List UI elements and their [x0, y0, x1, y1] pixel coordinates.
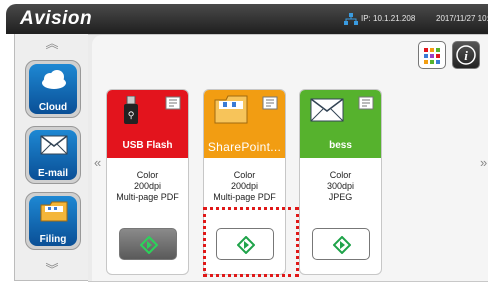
- resolution: 300dpi: [326, 181, 355, 191]
- usb-drive-icon: ⚲: [124, 96, 138, 124]
- grid-view-button[interactable]: [418, 41, 446, 69]
- file-format: Multi-page PDF: [213, 192, 276, 202]
- sidebar-item-label: E-mail: [37, 168, 68, 179]
- profile-edit-icon: [165, 96, 181, 110]
- profile-edit-icon: [262, 96, 278, 110]
- card-header: bess: [300, 90, 381, 158]
- sidebar-item-cloud[interactable]: Cloud: [25, 60, 81, 118]
- scan-button[interactable]: [119, 228, 177, 260]
- card-header: SharePoint...: [204, 90, 285, 158]
- resolution: 200dpi: [230, 181, 259, 191]
- previous-page-arrow[interactable]: «: [94, 155, 101, 170]
- envelope-icon: [310, 98, 344, 122]
- color-mode: Color: [233, 170, 256, 180]
- scroll-down-icon[interactable]: ︾: [15, 263, 89, 276]
- card-settings: Color 200dpi Multi-page PDF: [204, 170, 285, 203]
- sidebar-item-filing[interactable]: Filing: [25, 192, 81, 250]
- card-name: bess: [329, 140, 352, 151]
- file-format: JPEG: [328, 192, 353, 202]
- brand-logo: Avision: [20, 8, 93, 29]
- scroll-up-icon[interactable]: ︽: [15, 37, 89, 50]
- envelope-icon: [40, 135, 68, 155]
- top-bar: Avision IP: 10.1.21.208 2017/11/27 10:1: [6, 4, 488, 34]
- svg-text:⚲: ⚲: [128, 111, 135, 121]
- color-mode: Color: [329, 170, 352, 180]
- profile-card-bess[interactable]: bess Color 300dpi JPEG: [299, 89, 382, 275]
- next-page-arrow[interactable]: »: [480, 155, 487, 170]
- file-format: Multi-page PDF: [116, 192, 179, 202]
- highlight-box: [203, 207, 299, 277]
- svg-text:i: i: [464, 48, 468, 63]
- card-header: ⚲ USB Flash: [107, 90, 188, 158]
- card-settings: Color 300dpi JPEG: [300, 170, 381, 203]
- folder-icon: [214, 95, 248, 124]
- start-scan-icon: [333, 236, 351, 254]
- sidebar-item-email[interactable]: E-mail: [25, 126, 81, 184]
- grid-icon: [424, 48, 440, 64]
- card-name: USB Flash: [122, 140, 173, 151]
- network-icon: [344, 13, 358, 25]
- info-button[interactable]: i: [452, 41, 480, 69]
- profile-edit-icon: [358, 96, 374, 110]
- sidebar-item-label: Filing: [39, 234, 67, 245]
- folder-icon: [40, 201, 68, 222]
- card-name: SharePoint...: [207, 140, 282, 154]
- info-icon: i: [456, 45, 476, 65]
- scan-button[interactable]: [312, 228, 370, 260]
- sidebar: ︽ Cloud E-mail Filing ︾: [14, 34, 90, 281]
- date-time: 2017/11/27 10:1: [436, 14, 488, 23]
- resolution: 200dpi: [133, 181, 162, 191]
- start-scan-icon: [140, 236, 158, 254]
- cloud-icon: [42, 70, 66, 89]
- color-mode: Color: [136, 170, 159, 180]
- ip-address: IP: 10.1.21.208: [361, 14, 416, 23]
- profile-card-usb-flash[interactable]: ⚲ USB Flash Color 200dpi Multi-page PDF: [106, 89, 189, 275]
- card-settings: Color 200dpi Multi-page PDF: [107, 170, 188, 203]
- sidebar-item-label: Cloud: [38, 102, 68, 113]
